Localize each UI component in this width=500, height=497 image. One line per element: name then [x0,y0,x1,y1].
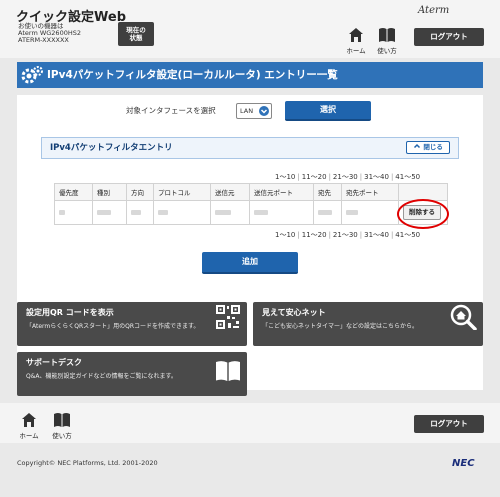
column-header: 宛先ポート [341,183,399,201]
copyright: Copyright© NEC Platforms, Ltd. 2001-2020 [17,459,158,467]
column-header: 優先度 [54,183,93,201]
column-header [398,183,448,201]
column-header: 送信元 [210,183,250,201]
book-icon [216,361,240,381]
select-button[interactable]: 選択 [285,101,371,121]
support-card-title: サポートデスク [26,358,82,367]
page-link[interactable]: 21～30 [333,173,358,181]
chevron-down-icon [259,106,269,116]
home-label: ホーム [346,47,366,55]
page-link[interactable]: 1～10 [275,173,295,181]
support-desk-card[interactable]: サポートデスク Q&A、機能別設定ガイドなどの情報をご覧になれます。 [17,352,247,396]
table-header-row: 優先度 種別 方向 プロトコル 送信元 送信元ポート 宛先 宛先ポート [54,183,448,201]
page-link[interactable]: 31～40 [364,173,389,181]
cell-protocol [153,200,211,225]
footer-home-label: ホーム [19,432,39,440]
column-header: 宛先 [313,183,342,201]
status-line-2: 状態 [129,34,143,42]
device-ssid: ATERM-XXXXXX [18,36,69,44]
qr-card-title: 設定用QR コードを表示 [26,308,114,317]
cell-priority [54,200,93,225]
page-link[interactable]: 41～50 [395,173,420,181]
highlight-ring [397,199,449,229]
interface-label: 対象インタフェースを選択 [126,106,216,115]
magnifier-house-icon [450,304,477,330]
page-title: IPv4パケットフィルタ設定(ローカルルータ) エントリー一覧 [17,62,483,88]
interface-select-value: LAN [240,107,254,115]
support-card-description: Q&A、機能別設定ガイドなどの情報をご覧になれます。 [26,373,177,380]
cell-destination [313,200,342,225]
page-link[interactable]: 41～50 [395,231,420,239]
current-status-button[interactable]: 現在の 状態 [118,22,154,46]
safe-net-card-description: 「こども安心ネットタイマー」などの設定はこちらから。 [262,323,419,330]
page-link[interactable]: 1～10 [275,231,295,239]
filter-entry-table: 優先度 種別 方向 プロトコル 送信元 送信元ポート 宛先 宛先ポート 削除する [54,183,448,225]
column-header: 送信元ポート [249,183,314,201]
footer-help-label: 使い方 [52,432,72,440]
qr-code-card[interactable]: 設定用QR コードを表示 「AtermらくらくQRスタート」用のQRコードを作成… [17,302,247,346]
safe-net-card[interactable]: 見えて安心ネット 「こども安心ネットタイマー」などの設定はこちらから。 [253,302,483,346]
help-label: 使い方 [377,47,397,55]
table-row: 削除する [54,200,448,225]
pagination-top: 1～10 | 11～20 | 21～30 | 31～40 | 41～50 [275,173,421,181]
column-header: 種別 [92,183,127,201]
cell-source-port [249,200,314,225]
collapse-button[interactable]: 閉じる [406,141,450,154]
logout-button[interactable]: ログアウト [414,28,484,46]
help-nav-button[interactable]: 使い方 [372,27,402,57]
pagination-bottom: 1～10 | 11～20 | 21～30 | 31～40 | 41～50 [275,231,421,239]
column-header: プロトコル [153,183,211,201]
column-header: 方向 [126,183,154,201]
book-icon [379,28,395,42]
interface-select[interactable]: LAN [236,103,272,119]
qr-card-description: 「AtermらくらくQRスタート」用のQRコードを作成できます。 [26,323,200,330]
footer-help-button[interactable]: 使い方 [47,412,77,442]
add-button[interactable]: 追加 [202,252,298,274]
qr-code-icon [216,305,240,329]
safe-net-card-title: 見えて安心ネット [262,308,326,317]
brand-logo: Aterm [418,5,450,16]
cell-direction [126,200,154,225]
page-link[interactable]: 21～30 [333,231,358,239]
home-nav-button[interactable]: ホーム [341,27,371,57]
page-link[interactable]: 11～20 [302,231,327,239]
chevron-up-icon [414,143,421,149]
collapse-label: 閉じる [423,143,443,151]
root: クイック設定Web お使いの機器は Aterm WG2600HS2 ATERM-… [0,0,500,497]
cell-destination-port [341,200,399,225]
footer-home-button[interactable]: ホーム [14,412,44,442]
page-link[interactable]: 11～20 [302,173,327,181]
home-icon [22,413,36,427]
footer-logout-button[interactable]: ログアウト [414,415,484,433]
nec-logo: NEC [452,458,475,469]
home-icon [349,28,363,42]
page-link[interactable]: 31～40 [364,231,389,239]
entry-section-title: IPv4パケットフィルタエントリ [50,143,173,153]
cell-source [210,200,250,225]
book-icon [54,413,70,427]
cell-type [92,200,127,225]
status-line-1: 現在の [126,26,146,34]
gear-icon [21,66,43,84]
